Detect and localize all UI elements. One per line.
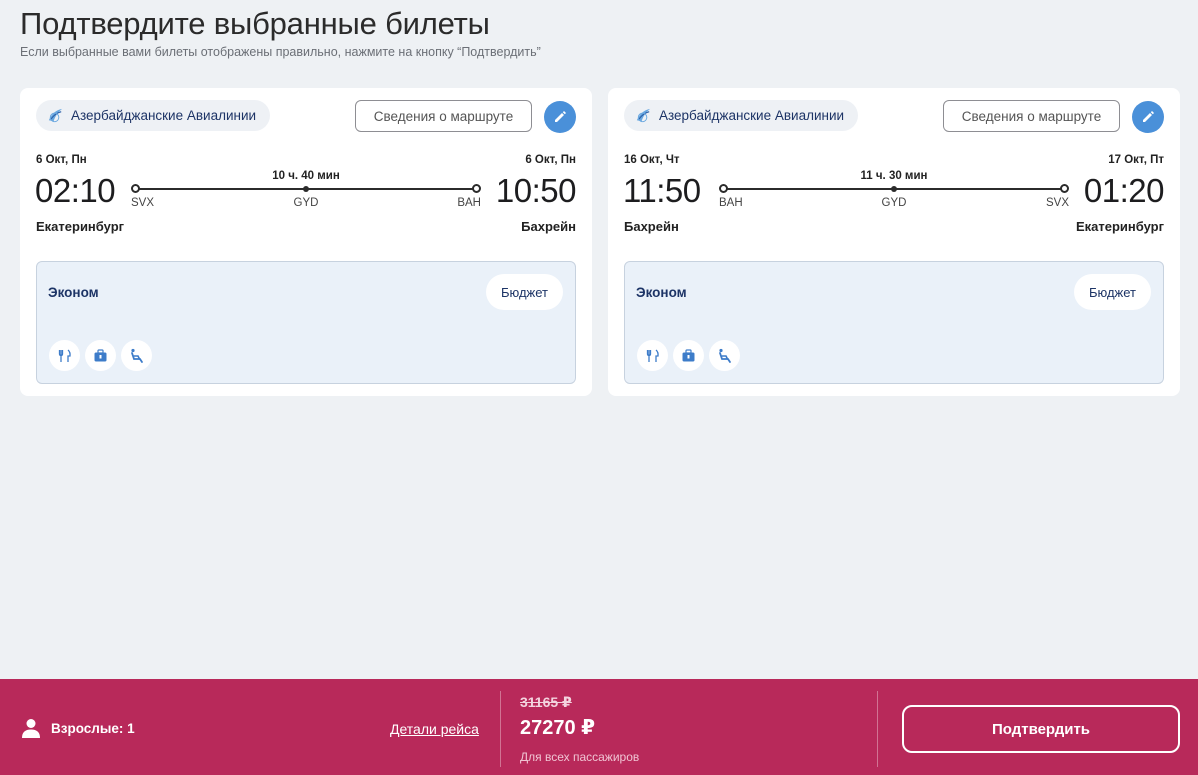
departure-date: 16 Окт, Чт [624,154,680,166]
fare-tariff-button[interactable]: Бюджет [1073,274,1151,310]
fare-class: Эконом [636,285,687,300]
timeline-stop-dot [303,186,309,192]
total-price: 27270 ₽ [520,717,596,739]
airline-name: Азербайджанские Авиалинии [71,108,257,123]
route-details-button[interactable]: Сведения о маршруте [943,100,1120,132]
fare-box: Эконом Бюджет [36,261,576,384]
airline-chip: Азербайджанские Авиалинии [36,100,271,131]
timeline-start-dot [719,184,728,193]
departure-date: 6 Окт, Пн [36,154,87,166]
airline-chip: Азербайджанские Авиалинии [624,100,859,131]
arrival-date: 6 Окт, Пн [525,154,576,166]
departure-time: 02:10 [35,172,116,209]
amenities [49,340,152,371]
amenities [637,340,740,371]
booking-footer: Взрослые: 1 Детали рейса 31165 ₽ 27270 ₽… [0,679,1198,775]
fare-box: Эконом Бюджет [624,261,1164,384]
fare-tariff-button[interactable]: Бюджет [485,274,563,310]
departure-city: Екатеринбург [36,219,125,234]
baggage-icon [673,340,704,371]
departure-code: BAH [719,197,743,209]
arrival-code: SVX [1045,197,1069,209]
flight-details-link[interactable]: Детали рейса [390,721,479,737]
departure-time: 11:50 [623,172,701,209]
timeline-start-dot [131,184,140,193]
arrival-date: 17 Окт, Пт [1108,154,1164,166]
stop-code: GYD [881,197,907,209]
seat-icon [709,340,740,371]
airline-logo-icon [48,108,63,123]
departure-city: Бахрейн [624,219,679,234]
pencil-icon [1143,111,1154,122]
arrival-time: 10:50 [495,172,577,209]
arrival-city: Бахрейн [521,219,576,234]
price-note: Для всех пассажиров [520,750,640,764]
timeline-stop-dot [891,186,897,192]
footer-divider [877,691,878,767]
confirm-button[interactable]: Подтвердить [902,705,1180,753]
flight-card-return: Азербайджанские Авиалинии Сведения о мар… [608,88,1180,396]
arrival-code: BAH [457,197,481,209]
timeline-end-dot [1060,184,1069,193]
arrival-city: Екатеринбург [1075,219,1164,234]
baggage-icon [85,340,116,371]
flight-duration: 10 ч. 40 мин [272,170,340,182]
passenger-count: Взрослые: 1 [51,721,135,736]
timeline-end-dot [472,184,481,193]
page-subtitle: Если выбранные вами билеты отображены пр… [20,45,541,59]
airline-name: Азербайджанские Авиалинии [659,108,845,123]
flight-card-outbound: Азербайджанские Авиалинии Сведения о мар… [20,88,592,396]
airline-logo-icon [636,108,651,123]
page-title: Подтвердите выбранные билеты [20,6,490,41]
old-price: 31165 ₽ [520,694,572,710]
stop-code: GYD [293,197,319,209]
seat-icon [121,340,152,371]
route-details-button[interactable]: Сведения о маршруте [355,100,532,132]
meal-icon [49,340,80,371]
arrival-time: 01:20 [1083,172,1165,209]
flight-timeline: 11 ч. 30 мин BAH GYD SVX [719,168,1069,218]
person-icon [22,719,40,738]
fare-class: Эконом [48,285,99,300]
meal-icon [637,340,668,371]
edit-flight-button[interactable] [1132,101,1164,133]
pencil-icon [555,111,566,122]
footer-divider [500,691,501,767]
edit-flight-button[interactable] [544,101,576,133]
flight-timeline: 10 ч. 40 мин SVX GYD BAH [131,168,481,218]
flight-duration: 11 ч. 30 мин [860,170,928,182]
departure-code: SVX [131,197,155,209]
